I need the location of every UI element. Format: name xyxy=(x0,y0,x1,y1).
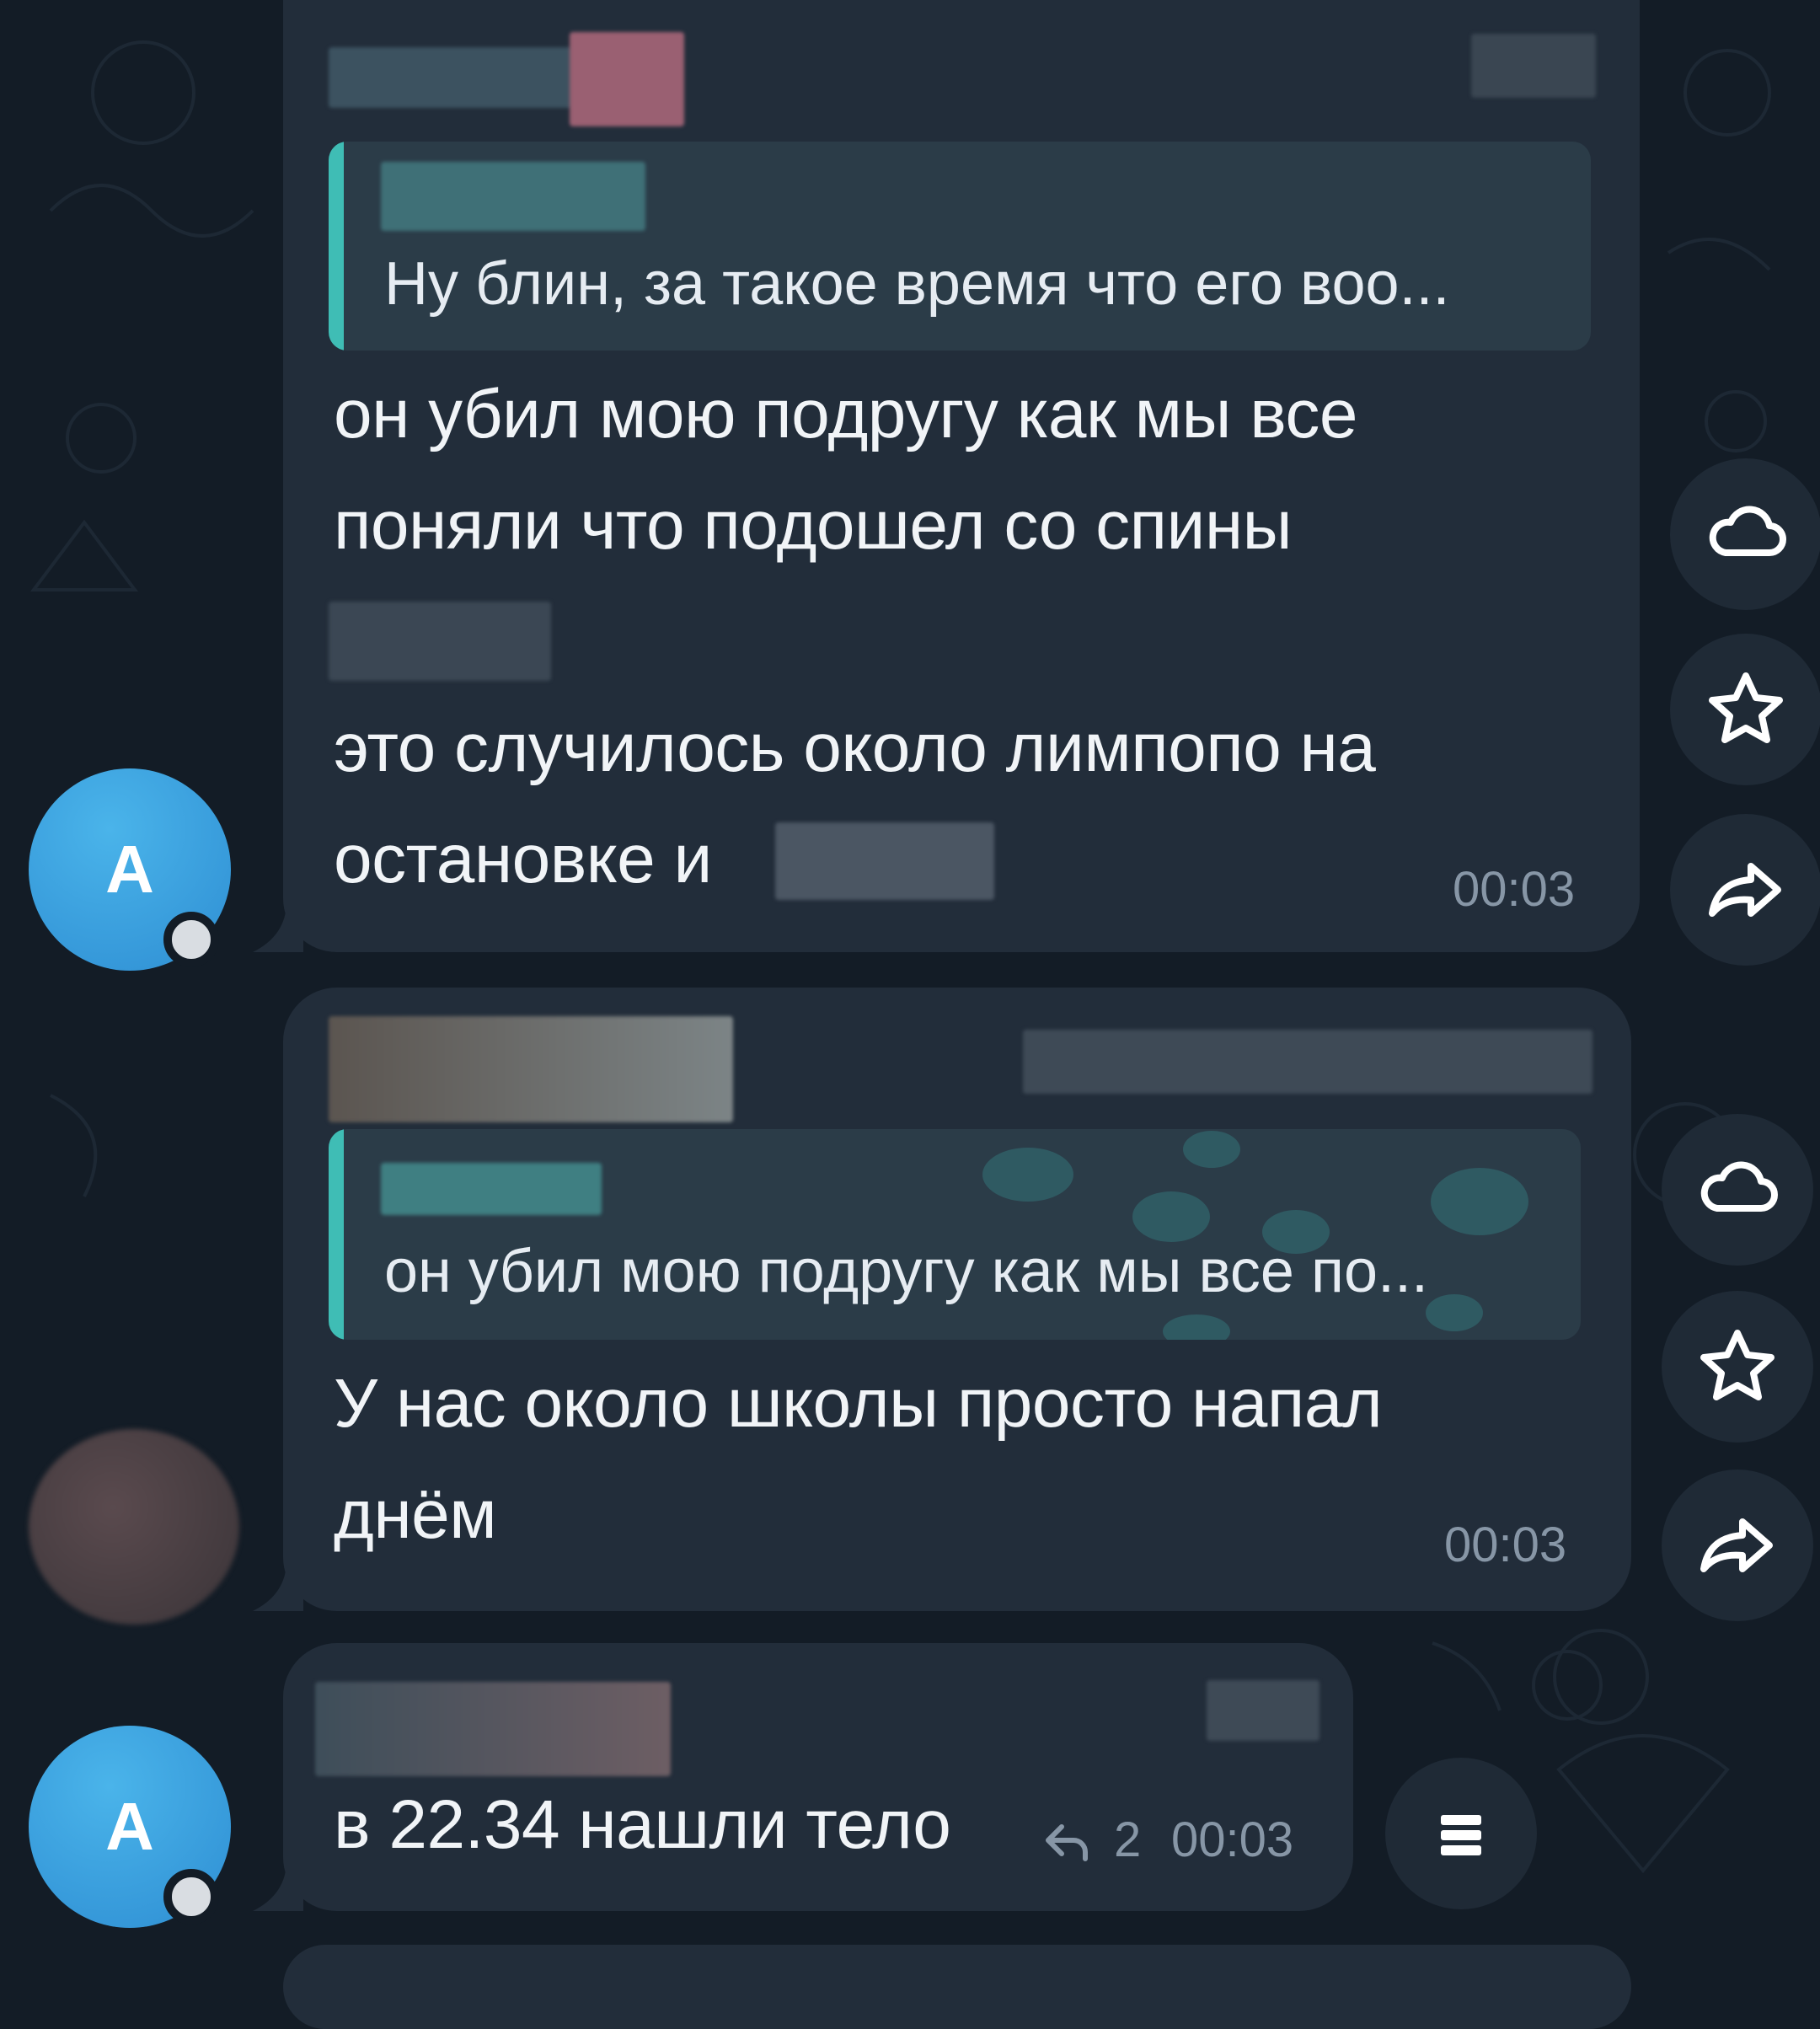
star-button[interactable] xyxy=(1670,634,1820,785)
bubble-tail xyxy=(253,1860,303,1911)
status-dot xyxy=(163,912,219,967)
message-bubble-1[interactable]: Ну блин, за такое время что его воо... о… xyxy=(283,0,1640,952)
message-line: днём xyxy=(334,1476,497,1553)
reply-text: Ну блин, за такое время что его воо... xyxy=(384,250,1450,318)
message-line: он убил мою подругу как мы все xyxy=(334,376,1357,452)
header-redacted xyxy=(1023,1030,1592,1094)
cloud-icon xyxy=(1709,506,1786,556)
sender-name-redacted xyxy=(329,47,573,108)
message-line: У нас около школы просто напал xyxy=(334,1365,1383,1442)
redacted-text xyxy=(775,822,994,900)
message-line: это случилось около лимпопо на xyxy=(334,709,1376,786)
bubble-tail xyxy=(253,902,303,952)
avatar-letter: A xyxy=(105,832,154,907)
reply-arrow-icon xyxy=(1046,1824,1088,1861)
cloud-button[interactable] xyxy=(1662,1114,1813,1266)
message-time: 00:03 xyxy=(1444,1518,1567,1572)
forward-icon xyxy=(1700,1518,1773,1572)
cloud-icon xyxy=(1700,1161,1778,1212)
forward-button[interactable] xyxy=(1670,814,1820,966)
message-time: 00:03 xyxy=(1171,1812,1294,1867)
message-bubble-2[interactable]: он убил мою подругу как мы все по... У н… xyxy=(283,988,1631,1611)
star-button[interactable] xyxy=(1662,1291,1813,1443)
menu-icon xyxy=(1441,1815,1481,1855)
message-line: остановке и xyxy=(334,821,712,897)
sender-name-redacted xyxy=(315,1682,671,1776)
message-time: 00:03 xyxy=(1453,862,1576,917)
star-icon xyxy=(1709,672,1783,743)
avatar-letter: A xyxy=(105,1789,154,1864)
bubble-tail xyxy=(253,1561,303,1611)
forward-button[interactable] xyxy=(1662,1470,1813,1621)
message-bubble-3[interactable]: в 22.34 нашли тело 2 00:03 xyxy=(283,1643,1353,1911)
message-bubble-next[interactable] xyxy=(283,1945,1631,2029)
star-icon xyxy=(1700,1330,1774,1400)
avatar-redacted[interactable] xyxy=(29,1429,239,1625)
forward-icon xyxy=(1709,863,1781,917)
redacted-text xyxy=(329,602,551,681)
cloud-button[interactable] xyxy=(1670,458,1820,610)
header-redacted xyxy=(1471,34,1596,98)
message-text: в 22.34 нашли тело xyxy=(334,1786,951,1863)
reply-author-redacted xyxy=(381,1163,602,1215)
header-redacted xyxy=(1207,1680,1320,1741)
reply-text: он убил мою подругу как мы все по... xyxy=(384,1238,1429,1305)
reply-author-redacted xyxy=(381,162,645,231)
reply-accent-bar xyxy=(329,142,344,351)
sender-name-redacted xyxy=(329,1016,733,1122)
status-dot xyxy=(163,1869,219,1925)
reply-preview[interactable]: Ну блин, за такое время что его воо... xyxy=(329,142,1591,351)
sender-badge-redacted xyxy=(570,32,684,126)
reply-preview[interactable]: он убил мою подругу как мы все по... xyxy=(329,1129,1581,1340)
menu-button[interactable] xyxy=(1385,1758,1537,1909)
message-line: поняли что подошел со спины xyxy=(334,487,1293,564)
replies-count: 2 xyxy=(1114,1812,1142,1867)
